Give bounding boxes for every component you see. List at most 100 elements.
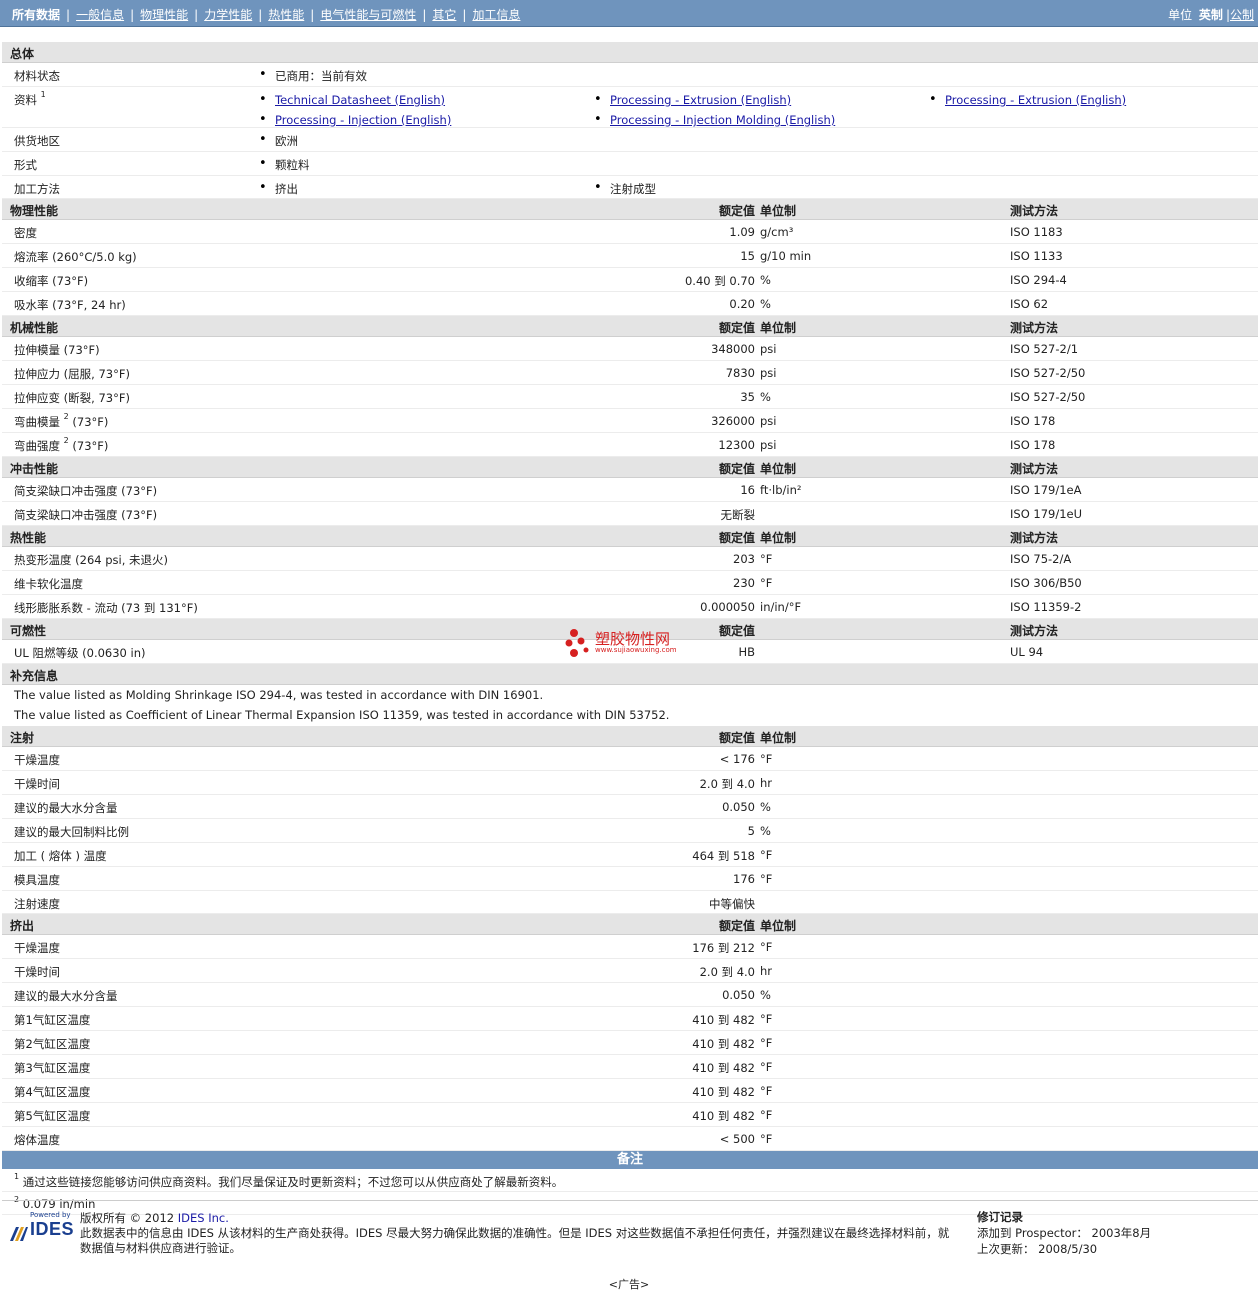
header-nominal: 额定值 [718,919,755,933]
row-unit: °F [760,1108,773,1122]
row-value: 464 到 518 [692,849,755,863]
row-label: 建议的最大水分含量 [14,801,118,815]
header-nominal: 额定值 [718,462,755,476]
section-impact: 冲击性能 额定值 单位制 测试方法 [2,457,1258,478]
row-value: 176 [733,872,755,886]
row-unit: psi [760,366,777,380]
section-title: 冲击性能 [10,462,59,476]
row-label: 建议的最大回制料比例 [14,825,129,839]
row-value: 326000 [711,414,755,428]
row-label: 收缩率 (73°F) [14,274,89,288]
section-general: 总体 [2,42,1258,63]
row-value: 0.050 [722,988,755,1002]
row-unit: °F [760,940,773,954]
row-unit: % [760,273,771,287]
section-title: 总体 [10,47,35,61]
watermark-url: www.sujiaowuxing.com [595,646,677,654]
row-value: 0.000050 [700,600,755,614]
section-supplement: 补充信息 [2,664,1258,685]
header-test: 测试方法 [1010,204,1059,218]
row-form: 形式 颗粒料 [2,152,1258,176]
row-unit: % [760,297,771,311]
link-technical-datasheet[interactable]: Technical Datasheet (English) [259,92,445,107]
row-test: ISO 179/1eA [1010,483,1082,497]
row-label: 第2气缸区温度 [14,1037,91,1051]
physical-rows: 密度 1.09 g/cm³ ISO 1183 熔流率 (260°C/5.0 kg) 15… [2,220,1258,316]
row-label: 干燥时间 [14,965,60,979]
extrusion-rows: 干燥温度 176 到 212 °F 干燥时间 2.0 到 4.0 hr 建议的最大水分含… [2,935,1258,1151]
row-unit: °F [760,1060,773,1074]
link-processing-extrusion-2[interactable]: Processing - Extrusion (English) [929,92,1126,107]
section-title: 热性能 [10,531,47,545]
units-metric[interactable]: 公制 [1230,8,1254,22]
header-unit: 单位制 [760,531,797,545]
ides-logo[interactable]: Powered by IDES [8,1211,74,1241]
row-label: 拉伸应变 (断裂, 73°F) [14,391,130,405]
revision-updated: 上次更新： 2008/5/30 [977,1242,1098,1256]
ides-link[interactable]: IDES Inc. [178,1211,229,1225]
link-processing-injection[interactable]: Processing - Injection (English) [259,112,451,127]
header-nominal: 额定值 [718,531,755,545]
row-test: ISO 178 [1010,438,1056,452]
row-label: 建议的最大水分含量 [14,989,118,1003]
mechanical-rows: 拉伸模量 (73°F) 348000 psi ISO 527-2/1 拉伸应力 (屈服… [2,337,1258,457]
row-value: 欧洲 [259,132,298,149]
table-row: 模具温度 176 °F [2,867,1258,891]
header-unit: 单位制 [760,462,797,476]
row-unit: in/in/°F [760,600,802,614]
row-label: 吸水率 (73°F, 24 hr) [14,298,126,312]
row-value: 0.40 到 0.70 [684,274,755,288]
row-value: 无断裂 [720,508,756,522]
row-unit: °F [760,1012,773,1026]
row-value: 挤出 [259,180,298,197]
table-row: 建议的最大回制料比例 5% [2,819,1258,843]
nav-thermal[interactable]: 热性能 [262,8,310,22]
nav-all-data[interactable]: 所有数据 [6,8,66,22]
top-nav-bar: 所有数据 | 一般信息 | 物理性能 | 力学性能 | 热性能 | 电气性能与可燃性 | 其它 | 加工信息… [0,0,1258,27]
nav-electrical[interactable]: 电气性能与可燃性 [314,8,422,22]
link-processing-injection-molding[interactable]: Processing - Injection Molding (English) [594,112,835,127]
row-value: 15 [740,249,755,263]
row-value: 410 到 482 [692,1037,755,1051]
link-processing-extrusion[interactable]: Processing - Extrusion (English) [594,92,791,107]
row-test: ISO 294-4 [1010,273,1067,287]
footer: Powered by IDES 版权所有 © 2012 IDES Inc. 此数… [2,1200,1258,1271]
row-label: 加工 ( 熔体 ) 温度 [14,849,107,863]
nav-physical[interactable]: 物理性能 [134,8,194,22]
section-mechanical: 机械性能 额定值 单位制 测试方法 [2,316,1258,337]
row-unit: psi [760,438,777,452]
nav-processing[interactable]: 加工信息 [466,8,526,22]
row-label: 第1气缸区温度 [14,1013,91,1027]
row-value: 410 到 482 [692,1013,755,1027]
row-unit: hr [760,964,773,978]
row-test: ISO 527-2/50 [1010,390,1086,404]
units-imperial[interactable]: 英制 [1199,8,1223,22]
table-row: 密度 1.09 g/cm³ ISO 1183 [2,220,1258,244]
row-test: ISO 62 [1010,297,1049,311]
table-row: 第2气缸区温度 410 到 482 °F [2,1031,1258,1055]
table-row: 简支梁缺口冲击强度 (73°F) 无断裂 ISO 179/1eU [2,502,1258,526]
row-value: 1.09 [729,225,755,239]
nav-other[interactable]: 其它 [426,8,462,22]
row-label: 加工方法 [14,182,60,196]
row-test: ISO 1183 [1010,225,1063,239]
table-row: 线形膨胀系数 - 流动 (73 到 131°F) 0.000050 in/in/°F… [2,595,1258,619]
row-label: 干燥温度 [14,941,60,955]
ides-logo-icon [10,1227,28,1241]
row-label: 供货地区 [14,134,60,148]
nav-mechanical[interactable]: 力学性能 [198,8,258,22]
table-row: 第5气缸区温度 410 到 482 °F [2,1103,1258,1127]
table-row: 第1气缸区温度 410 到 482 °F [2,1007,1258,1031]
copyright-text: 版权所有 © 2012 [80,1211,178,1225]
header-nominal: 额定值 [718,321,755,335]
row-label: 第3气缸区温度 [14,1061,91,1075]
row-value: < 176 [719,752,755,766]
row-unit: °F [760,1084,773,1098]
row-label: 简支梁缺口冲击强度 (73°F) [14,508,158,522]
row-label: 线形膨胀系数 - 流动 (73 到 131°F) [14,601,198,615]
table-row: 弯曲强度 2 (73°F) 12300 psi ISO 178 [2,433,1258,457]
revision-title: 修订记录 [977,1210,1023,1224]
nav-general-info[interactable]: 一般信息 [70,8,130,22]
row-value: 0.20 [729,297,755,311]
row-test: UL 94 [1010,645,1044,659]
